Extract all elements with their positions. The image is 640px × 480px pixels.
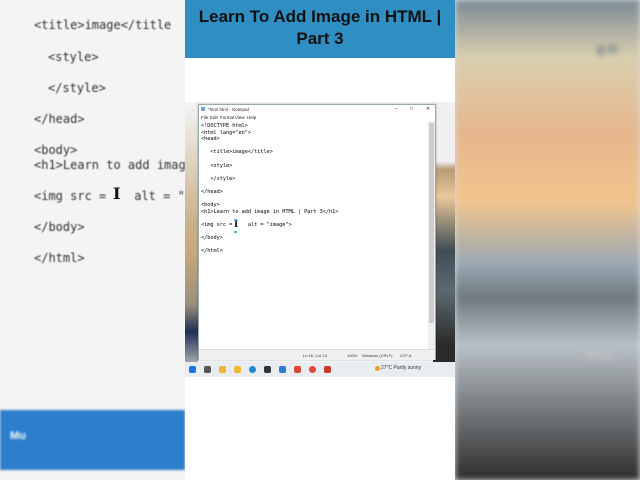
background-code-editor: <title>image</title <style> </style> </h…: [0, 0, 186, 480]
search-icon[interactable]: [204, 366, 211, 373]
title-banner: Learn To Add Image in HTML | Part 3: [185, 0, 455, 58]
notepad-icon: [201, 107, 205, 111]
background-music-bar: Mu: [0, 410, 185, 470]
code-line: </html>: [201, 248, 223, 255]
notepad-title: *html.html - Notepad: [208, 106, 250, 112]
files-icon[interactable]: [234, 366, 241, 373]
store-icon[interactable]: [264, 366, 271, 373]
bg-code-line: <img src =: [34, 189, 114, 203]
code-line: <style>: [201, 162, 233, 169]
banner-title: Learn To Add Image in HTML | Part 3: [185, 6, 455, 50]
bg-code-line: </style>: [48, 81, 106, 95]
code-line: </style>: [201, 175, 236, 182]
code-line: <body>: [201, 202, 220, 209]
bg-music-label: Mu: [10, 430, 26, 442]
close-button[interactable]: ✕: [426, 106, 430, 112]
banner-title-line1: Learn To Add Image in HTML |: [198, 7, 442, 26]
menu-view[interactable]: View: [235, 115, 245, 120]
code-line: </body>: [201, 235, 223, 242]
minimize-button[interactable]: –: [395, 106, 398, 112]
code-line: <h1>Learn to add image in HTML | Part 3<…: [201, 208, 339, 215]
notepad-text-area[interactable]: <!DOCTYPE html> <html lang="en"> <head> <t…: [199, 121, 427, 349]
weather-icon: [375, 366, 380, 371]
notepad-scrollbar[interactable]: [428, 121, 435, 349]
scrollbar-thumb[interactable]: [429, 123, 434, 323]
photos-icon[interactable]: [294, 366, 301, 373]
code-line: <img src = alt = "image">: [201, 222, 292, 228]
chrome-icon[interactable]: [309, 366, 316, 373]
menu-help[interactable]: Help: [247, 115, 256, 120]
cursor-highlight: [234, 231, 237, 233]
notepad-menubar: File Edit Format View Help: [199, 114, 435, 121]
start-icon[interactable]: [189, 366, 196, 373]
bg-code-line: <title>image</title: [34, 18, 172, 32]
taskbar: 27°C Partly sunny: [185, 362, 455, 377]
code-line: <html lang="en">: [201, 129, 251, 136]
maximize-button[interactable]: □: [410, 106, 413, 112]
banner-title-line2: Part 3: [296, 29, 344, 48]
explorer-icon[interactable]: [219, 366, 226, 373]
text-cursor-icon: I: [113, 184, 121, 203]
menu-edit[interactable]: Edit: [210, 115, 218, 120]
status-encoding: UTF-8: [400, 353, 412, 358]
bg-right-text: g in: [597, 41, 618, 56]
desktop-right-window: [433, 102, 455, 372]
bg-code-line: </body>: [34, 220, 85, 234]
status-zoom: 100%: [347, 353, 358, 358]
code-line: <title>image</title>: [201, 149, 273, 156]
bg-code-line: </head>: [34, 112, 85, 126]
bg-code-line: <h1>Learn to add imag: [34, 158, 186, 172]
menu-file[interactable]: File: [201, 115, 208, 120]
background-right-panel: g in Music: [455, 0, 640, 480]
bg-code-line: </html>: [34, 251, 85, 265]
bg-code-line: alt = ": [127, 189, 185, 203]
cursor-highlight: [234, 219, 237, 221]
desktop-left-window: [185, 102, 198, 372]
notepad-titlebar[interactable]: *html.html - Notepad – □ ✕: [199, 105, 435, 114]
menu-format[interactable]: Format: [220, 115, 234, 120]
text-cursor-icon: I: [234, 220, 239, 230]
weather-text[interactable]: 27°C Partly sunny: [381, 365, 421, 371]
bg-code-line: <style>: [48, 50, 99, 64]
notepad-statusbar: Ln 16, Col 13 100% Windows (CRLF) UTF-8: [199, 349, 435, 360]
code-line: </head>: [201, 189, 223, 195]
code-line: <head>: [201, 136, 220, 143]
bg-right-music: Music: [585, 350, 614, 362]
notepad-window[interactable]: *html.html - Notepad – □ ✕ File Edit For…: [198, 104, 436, 360]
media-icon[interactable]: [324, 366, 331, 373]
vscode-icon[interactable]: [279, 366, 286, 373]
code-line: <!DOCTYPE html>: [201, 123, 248, 129]
edge-icon[interactable]: [249, 366, 256, 373]
bg-code-line: <body>: [34, 143, 78, 157]
status-line-ending: Windows (CRLF): [362, 353, 393, 358]
status-position: Ln 16, Col 13: [303, 353, 327, 358]
